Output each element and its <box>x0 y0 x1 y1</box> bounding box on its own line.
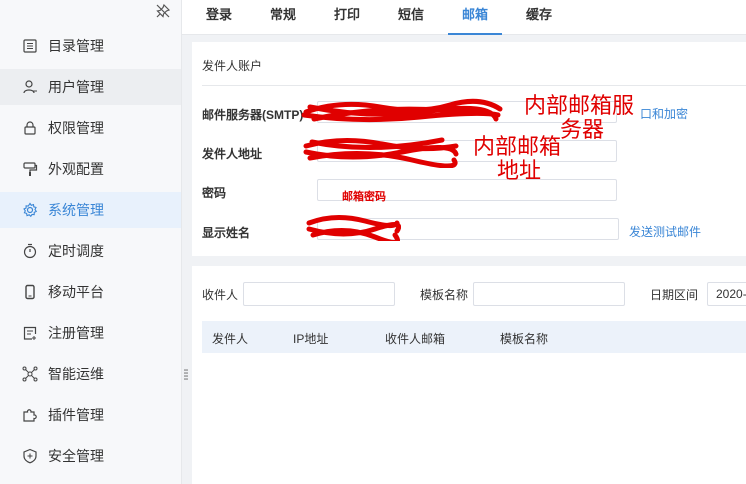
annotation-address: 地址 <box>497 159 542 184</box>
sidebar-item-plugins[interactable]: 插件管理 <box>0 397 181 433</box>
sidebar-item-system[interactable]: 系统管理 <box>0 192 181 228</box>
sidebar-item-catalog[interactable]: 目录管理 <box>0 28 181 64</box>
user-icon <box>23 80 37 94</box>
table-header <box>202 321 746 353</box>
template-filter-label: 模板名称 <box>420 288 469 302</box>
sidebar-item-permissions[interactable]: 权限管理 <box>0 110 181 146</box>
sender-address-label: 发件人地址 <box>202 147 263 161</box>
resize-handle[interactable] <box>184 368 188 382</box>
recipient-filter-input[interactable] <box>243 282 395 306</box>
sidebar-item-label: 插件管理 <box>48 407 104 423</box>
sidebar-item-label: 安全管理 <box>48 448 104 464</box>
redaction-scribble <box>301 98 503 123</box>
brush-icon <box>23 162 38 176</box>
column-template-name: 模板名称 <box>500 332 549 346</box>
sidebar-item-security[interactable]: 安全管理 <box>0 438 181 474</box>
sidebar-item-scheduling[interactable]: 定时调度 <box>0 233 181 269</box>
tab-login[interactable]: 登录 <box>202 0 236 34</box>
date-range-input[interactable]: 2020- <box>707 282 746 306</box>
list-icon <box>23 39 37 53</box>
date-range-value: 2020- <box>716 287 746 301</box>
redaction-scribble <box>306 215 401 241</box>
tab-general[interactable]: 常规 <box>266 0 300 34</box>
lock-icon <box>24 121 36 135</box>
shield-icon <box>23 448 37 464</box>
sidebar-item-label: 外观配置 <box>48 161 104 177</box>
settings-tab-bar: 登录 常规 打印 短信 邮箱 缓存 <box>182 0 746 35</box>
sidebar-item-label: 系统管理 <box>48 202 104 218</box>
register-icon <box>23 326 37 340</box>
annotation-smtp: 务器 <box>560 118 605 143</box>
sidebar-item-registration[interactable]: 注册管理 <box>0 315 181 351</box>
column-sender: 发件人 <box>212 332 249 346</box>
puzzle-icon <box>23 409 37 422</box>
sidebar-item-label: 权限管理 <box>48 120 104 136</box>
display-name-label: 显示姓名 <box>202 226 251 240</box>
sidebar-item-label: 注册管理 <box>48 325 104 341</box>
sidebar-item-mobile[interactable]: 移动平台 <box>0 274 181 310</box>
column-recipient-email: 收件人邮箱 <box>385 332 446 346</box>
sidebar-item-label: 目录管理 <box>48 38 104 54</box>
section-divider <box>202 85 746 86</box>
template-filter-input[interactable] <box>473 282 625 306</box>
recipient-filter-label: 收件人 <box>202 288 239 302</box>
section-title: 发件人账户 <box>202 59 263 73</box>
sidebar-item-label: 智能运维 <box>48 366 104 382</box>
tab-print[interactable]: 打印 <box>330 0 364 34</box>
sidebar-item-label: 移动平台 <box>48 284 104 300</box>
password-label: 密码 <box>202 186 227 200</box>
sidebar: 目录管理 用户管理 权限管理 外观配置 系统管理 定时调度 移动平台 注册管理 … <box>0 0 182 484</box>
network-icon <box>22 366 38 382</box>
annotation-password: 邮箱密码 <box>342 191 386 203</box>
tab-email[interactable]: 邮箱 <box>448 0 502 35</box>
annotation-smtp: 内部邮箱服 <box>524 94 635 119</box>
gear-icon <box>23 202 38 218</box>
date-range-label: 日期区间 <box>650 288 699 302</box>
sidebar-item-users[interactable]: 用户管理 <box>0 69 181 105</box>
port-encryption-link[interactable]: 口和加密 <box>640 105 688 122</box>
redaction-scribble <box>303 137 459 168</box>
stopwatch-icon <box>23 243 37 259</box>
send-test-mail-link[interactable]: 发送测试邮件 <box>629 223 701 240</box>
mobile-icon <box>25 284 35 300</box>
sidebar-item-appearance[interactable]: 外观配置 <box>0 151 181 187</box>
sidebar-item-label: 定时调度 <box>48 243 104 259</box>
sidebar-item-label: 用户管理 <box>48 79 104 95</box>
sidebar-item-ops[interactable]: 智能运维 <box>0 356 181 392</box>
tab-cache[interactable]: 缓存 <box>522 0 556 34</box>
annotation-address: 内部邮箱 <box>473 135 562 160</box>
unpin-icon[interactable] <box>155 3 171 19</box>
column-ip: IP地址 <box>293 332 329 346</box>
tab-sms[interactable]: 短信 <box>394 0 428 34</box>
smtp-server-label: 邮件服务器(SMTP) <box>202 108 304 122</box>
